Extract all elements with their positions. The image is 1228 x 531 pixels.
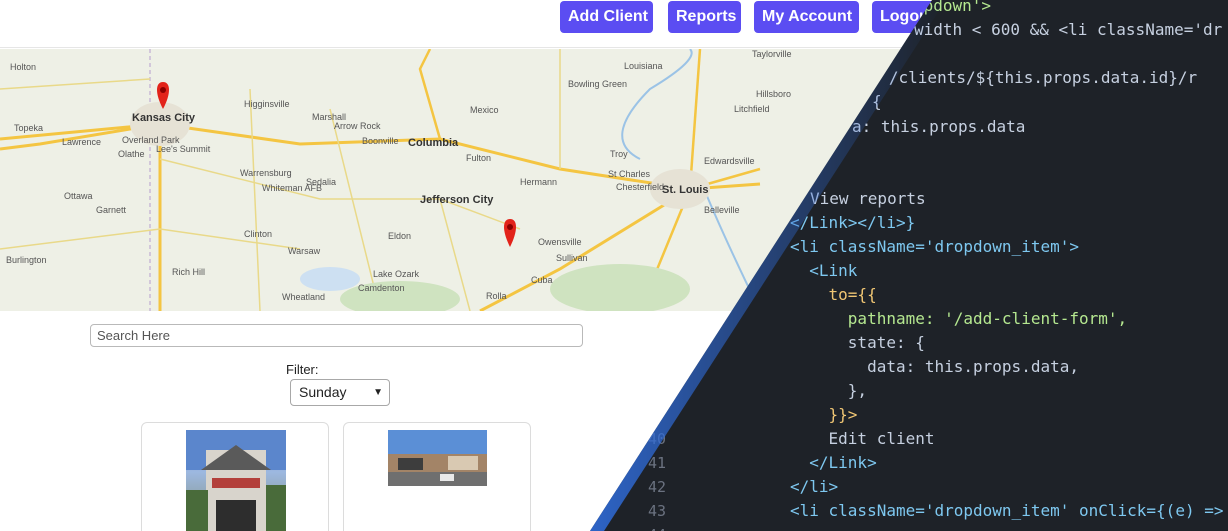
- map-label: Hermann: [520, 177, 558, 187]
- filter-selected-value: Sunday: [299, 384, 347, 400]
- code-line: to={{: [790, 285, 877, 304]
- map-label: Wheatland: [282, 292, 326, 302]
- add-client-button[interactable]: Add Client: [560, 1, 653, 33]
- code-line: width < 600 && <li className='dr: [914, 20, 1223, 39]
- map-label: Eldon: [388, 231, 412, 241]
- code-line: </Link></li>}: [790, 213, 916, 232]
- map-label: Belleville: [704, 205, 740, 215]
- client-card[interactable]: [343, 422, 531, 531]
- day-filter-select[interactable]: Sunday ▼: [290, 379, 390, 406]
- code-line: </Link>: [790, 453, 877, 472]
- line-number: 43: [647, 502, 666, 520]
- search-input[interactable]: [90, 324, 583, 347]
- map-label: Garnett: [96, 205, 127, 215]
- map-label: Louisiana: [624, 61, 663, 71]
- map-label: Whiteman AFB: [262, 183, 323, 193]
- map-label: Owensville: [538, 237, 582, 247]
- map-label: Warrensburg: [240, 168, 292, 178]
- map-label: Fulton: [466, 153, 492, 163]
- code-line: },: [790, 381, 868, 400]
- chevron-down-icon: ▼: [373, 387, 383, 398]
- code-line: }}>: [790, 405, 858, 424]
- map-label: Olathe: [118, 149, 145, 159]
- map-label: Hillsboro: [756, 89, 792, 99]
- storefront-image: [186, 430, 286, 531]
- map-label: Burlington: [6, 255, 47, 265]
- map-label: Sullivan: [556, 253, 588, 263]
- map-label: Columbia: [408, 137, 459, 149]
- map-label: St. Louis: [662, 184, 709, 196]
- code-line: : `/clients/${this.props.data.id}/r: [860, 68, 1198, 87]
- map-label: Litchfield: [734, 104, 770, 114]
- map-label: Clinton: [244, 229, 273, 239]
- client-photo: [186, 430, 286, 531]
- code-line: View reports: [810, 189, 926, 208]
- map-label: Lawrence: [62, 137, 102, 147]
- map-label: Mexico: [470, 105, 499, 115]
- client-card[interactable]: [141, 422, 329, 531]
- map-marker-icon[interactable]: [504, 219, 516, 247]
- code-line: a: this.props.data: [852, 117, 1026, 136]
- filter-label: Filter:: [286, 362, 319, 377]
- code-line: state: {: [790, 333, 925, 352]
- map-label: Edwardsville: [704, 156, 755, 166]
- map-label: Troy: [610, 149, 628, 159]
- code-line: pathname: '/add-client-form',: [790, 309, 1128, 328]
- map-label: Lee's Summit: [156, 144, 211, 154]
- code-line: data: this.props.data,: [790, 357, 1079, 376]
- map-label: Camdenton: [358, 283, 405, 293]
- code-line: {: [872, 92, 882, 111]
- map-label: Topeka: [14, 123, 44, 133]
- code-line: <li className='dropdown_item' onClick={(…: [790, 501, 1224, 520]
- map-label: Jefferson City: [420, 194, 494, 206]
- code-line: <Link: [790, 261, 858, 280]
- code-line: Edit client: [790, 429, 935, 448]
- map-label: Rich Hill: [172, 267, 206, 277]
- code-line: <li className='dropdown_item'>: [790, 237, 1079, 256]
- map-label: Holton: [10, 62, 37, 72]
- map-label: Ottawa: [64, 191, 93, 201]
- map-label: Kansas City: [132, 112, 195, 124]
- line-number: 44: [630, 523, 666, 531]
- storefront-image: [388, 430, 487, 486]
- map-label: Rolla: [486, 291, 507, 301]
- code-line: </li>: [790, 477, 839, 496]
- map-label: Bowling Green: [568, 79, 628, 89]
- map-label: Taylorville: [752, 49, 792, 59]
- map-label: Boonville: [362, 136, 399, 146]
- map-label: Chesterfield: [616, 182, 665, 192]
- map-label: Warsaw: [288, 246, 321, 256]
- client-photo: [388, 430, 487, 486]
- reports-button[interactable]: Reports: [668, 1, 741, 33]
- map-label: Lake Ozark: [373, 269, 420, 279]
- map-label: Cuba: [531, 275, 553, 285]
- my-account-button[interactable]: My Account: [754, 1, 859, 33]
- map-label: Arrow Rock: [334, 121, 381, 131]
- line-number: 42: [647, 478, 666, 496]
- map-label: St Charles: [608, 169, 651, 179]
- map-label: Higginsville: [244, 99, 290, 109]
